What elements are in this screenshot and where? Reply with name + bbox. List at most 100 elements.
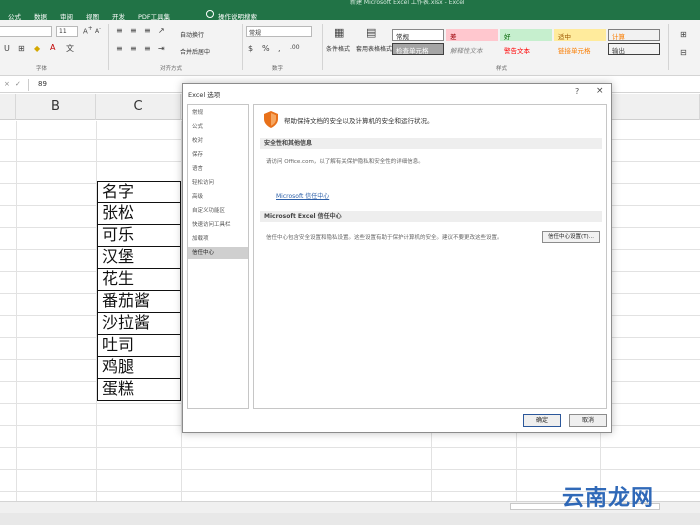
increase-font-icon[interactable]: A+ [83,26,93,35]
group-label-number: 数字 [272,66,284,72]
intro-text: 帮助保持文档的安全以及计算机的安全和运行状况。 [284,117,434,125]
percent-icon[interactable]: % [262,44,270,53]
style-good[interactable]: 好 [500,29,552,41]
merge-center-button[interactable]: 合并后居中 [180,47,210,56]
table-cell[interactable]: 吐司 [97,335,181,357]
column-header-c[interactable]: C [96,94,181,120]
align-bottom-icon[interactable]: ≡ [144,26,151,35]
table-cell[interactable]: 张松 [97,203,181,225]
orientation-icon[interactable]: ↗ [158,26,165,35]
align-right-icon[interactable]: ≡ [144,44,151,53]
trust-center-description: 信任中心包含安全设置和隐私设置。这些设置有助于保护计算机的安全。建议不要更改这些… [266,235,503,241]
fill-color-icon[interactable]: ◆ [34,44,40,53]
table-cell[interactable]: 鸡腿 [97,357,181,379]
section-header-security: 安全性和其他信息 [260,138,602,149]
dialog-title: Excel 选项 [188,91,221,99]
align-middle-icon[interactable]: ≡ [130,26,137,35]
separator [108,24,109,70]
nav-item-advanced[interactable]: 高级 [188,191,248,203]
underline-icon[interactable]: U [4,44,10,53]
number-format-box[interactable]: 常规 [246,26,312,37]
font-color-icon[interactable]: A [50,43,55,52]
table-cell[interactable]: 花生 [97,269,181,291]
align-center-icon[interactable]: ≡ [130,44,137,53]
nav-item-general[interactable]: 常规 [188,107,248,119]
separator [28,79,29,91]
nav-item-save[interactable]: 保存 [188,149,248,161]
group-label-alignment: 对齐方式 [160,66,183,72]
options-content: 帮助保持文档的安全以及计算机的安全和运行状况。 安全性和其他信息 请访问 Off… [253,104,607,409]
table-format-icon[interactable]: ▤ [366,26,376,39]
nav-item-accessibility[interactable]: 轻松访问 [188,177,248,189]
table-format-button[interactable]: 套用表格格式 [356,44,392,53]
row-header-corner[interactable] [0,94,16,120]
group-label-styles: 样式 [496,66,508,72]
group-label-font: 字体 [36,66,48,72]
formula-input[interactable]: 89 [38,80,47,88]
decimal-icon[interactable]: .00 [290,44,300,51]
security-description: 请访问 Office.com，以了解有关保护隐私和安全性的详细信息。 [266,159,424,165]
table-cell[interactable]: 名字 [97,181,181,203]
status-bar [0,513,700,525]
nav-item-trust-center[interactable]: 信任中心 [188,247,248,259]
font-size-value: 11 [59,28,67,35]
indent-icon[interactable]: ⇥ [158,44,165,53]
table-cell[interactable]: 可乐 [97,225,181,247]
table-cell[interactable]: 蛋糕 [97,379,181,401]
nav-item-formulas[interactable]: 公式 [188,121,248,133]
watermark: 云南龙网 [562,486,655,511]
delete-cells-icon[interactable]: ⊟ [680,48,687,57]
table-cell[interactable]: 番茄酱 [97,291,181,313]
font-size-box[interactable]: 11 [56,26,78,37]
column-header-b[interactable]: B [16,94,96,120]
style-linked-cell[interactable]: 链接单元格 [554,43,606,55]
nav-item-customize-ribbon[interactable]: 自定义功能区 [188,205,248,217]
document-title: 新建 Microsoft Excel 工作表.xlsx - Excel [350,0,465,6]
search-icon[interactable] [206,10,214,18]
nav-item-language[interactable]: 语言 [188,163,248,175]
style-neutral[interactable]: 适中 [554,29,606,41]
borders-icon[interactable]: ⊞ [18,44,25,53]
conditional-format-icon[interactable]: ▦ [334,26,344,39]
insert-cells-icon[interactable]: ⊞ [680,30,687,39]
align-top-icon[interactable]: ≡ [116,26,123,35]
close-icon[interactable]: × [596,86,604,96]
cancel-entry-icon[interactable]: × [4,80,10,88]
section-header-trust-center: Microsoft Excel 信任中心 [260,211,602,222]
excel-options-dialog: Excel 选项 ? × 常规 公式 校对 保存 语言 轻松访问 高级 自定义功… [182,83,612,433]
style-explanatory[interactable]: 解释性文本 [446,43,498,55]
cancel-button[interactable]: 取消 [569,414,607,427]
trust-center-link[interactable]: Microsoft 信任中心 [276,191,329,200]
wrap-text-button[interactable]: 自动换行 [180,30,204,39]
style-warning[interactable]: 警告文本 [500,43,552,55]
confirm-entry-icon[interactable]: ✓ [15,80,21,88]
phonetic-icon[interactable]: 文 [66,43,74,54]
currency-icon[interactable]: $ [248,44,253,53]
style-check-cell[interactable]: 检查单元格 [392,43,444,55]
ribbon: 11 A+ A- U ⊞ ◆ A 文 字体 ≡ ≡ ≡ ↗ ≡ ≡ ≡ ⇥ 自动… [0,20,700,76]
font-name-box[interactable] [0,26,52,37]
nav-item-addins[interactable]: 加载项 [188,233,248,245]
style-output[interactable]: 输出 [608,43,660,55]
style-normal[interactable]: 常规 [392,29,444,41]
number-format-value: 常规 [249,30,262,37]
align-left-icon[interactable]: ≡ [116,44,123,53]
comma-icon[interactable]: , [278,44,281,53]
style-bad[interactable]: 差 [446,29,498,41]
decrease-font-icon[interactable]: A- [95,26,101,35]
shield-icon [264,111,278,128]
style-calculation[interactable]: 计算 [608,29,660,41]
title-bar: 新建 Microsoft Excel 工作表.xlsx - Excel 公式 数… [0,0,700,21]
help-icon[interactable]: ? [575,87,579,96]
table-cell[interactable]: 沙拉酱 [97,313,181,335]
nav-item-quick-access[interactable]: 快速访问工具栏 [188,219,248,231]
gridline [16,121,17,501]
nav-item-proofing[interactable]: 校对 [188,135,248,147]
data-table: 名字 张松 可乐 汉堡 花生 番茄酱 沙拉酱 吐司 鸡腿 蛋糕 [97,181,181,401]
conditional-format-button[interactable]: 条件格式 [326,44,350,53]
separator [668,24,669,70]
options-nav: 常规 公式 校对 保存 语言 轻松访问 高级 自定义功能区 快速访问工具栏 加载… [187,104,249,409]
ok-button[interactable]: 确定 [523,414,561,427]
table-cell[interactable]: 汉堡 [97,247,181,269]
trust-center-settings-button[interactable]: 信任中心设置(T)... [542,231,600,243]
